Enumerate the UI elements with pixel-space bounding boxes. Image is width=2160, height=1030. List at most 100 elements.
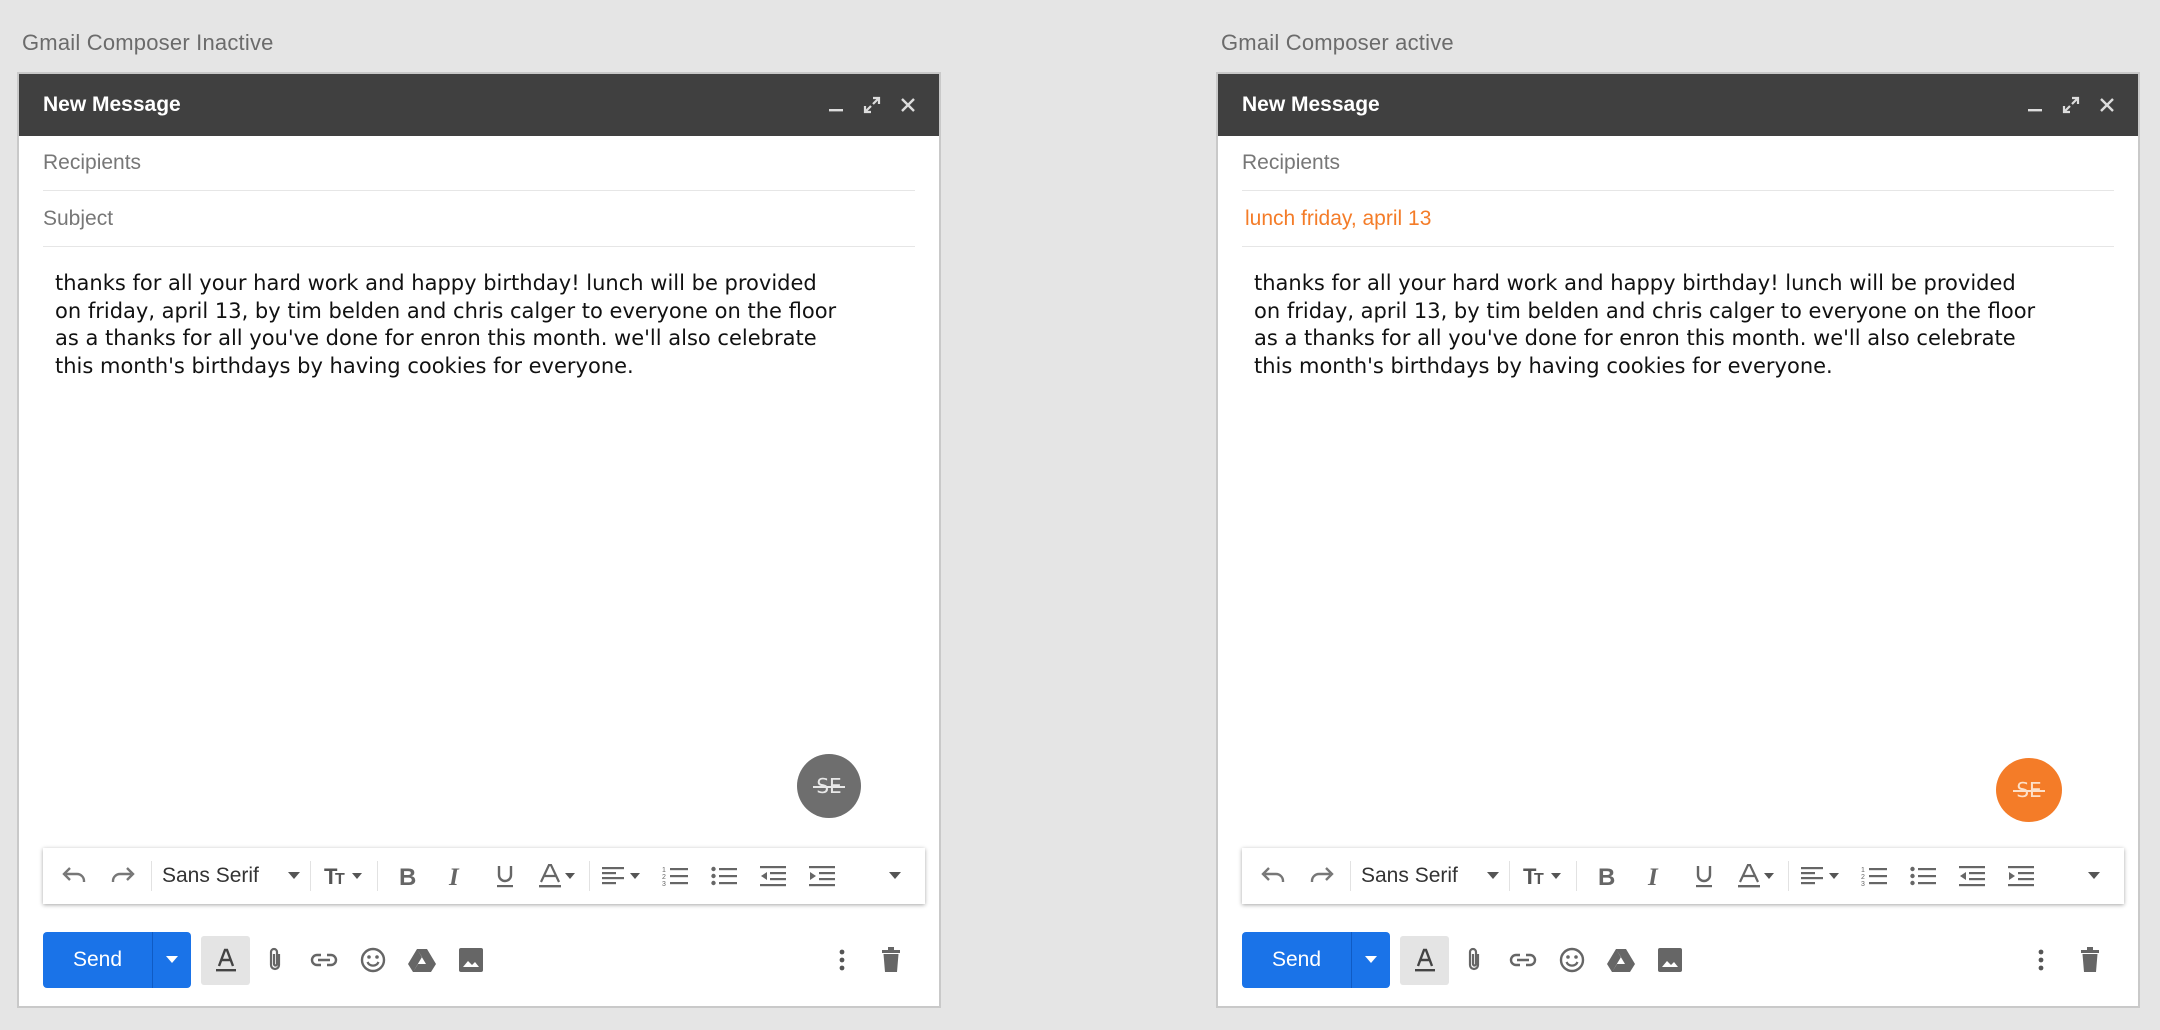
undo-icon[interactable] [1248,848,1297,904]
emoji-icon[interactable] [1547,936,1596,985]
numbered-list-icon[interactable]: 123 [650,848,699,904]
se-fab-button[interactable]: SE [1996,758,2062,822]
indent-more-icon[interactable] [797,848,846,904]
send-button[interactable]: Send [43,932,153,988]
attach-icon[interactable] [250,936,299,985]
message-body[interactable]: thanks for all your hard work and happy … [55,270,845,380]
align-icon[interactable] [1793,848,1849,904]
formatting-toolbar: Sans Serif TT B I 123 [1242,848,2124,904]
svg-text:B: B [1598,865,1615,887]
toolbar-divider [1788,861,1789,891]
composer-title: New Message [1242,93,1380,116]
more-formatting-icon[interactable] [870,848,919,904]
underline-icon[interactable] [1679,848,1728,904]
redo-icon[interactable] [1297,848,1346,904]
drive-icon[interactable] [1596,936,1645,985]
photo-icon[interactable] [446,936,495,985]
svg-text:B: B [399,865,416,887]
chevron-down-icon [1365,956,1377,963]
font-dropdown[interactable]: Sans Serif [1355,848,1505,904]
svg-text:1: 1 [662,867,666,874]
subject-field[interactable]: Subject [43,192,915,247]
undo-icon[interactable] [49,848,98,904]
se-fab-button[interactable]: SE [797,754,861,818]
text-color-icon[interactable] [1728,848,1784,904]
toolbar-divider [151,861,152,891]
link-icon[interactable] [299,936,348,985]
subject-field[interactable]: lunch friday, april 13 [1242,192,2114,247]
svg-text:2: 2 [662,874,666,881]
panel-caption-active: Gmail Composer active [1221,30,1454,55]
message-body[interactable]: thanks for all your hard work and happy … [1254,270,2044,380]
italic-icon[interactable]: I [1630,848,1679,904]
toolbar-divider [1509,861,1510,891]
formatting-options-icon[interactable] [1400,935,1449,985]
se-fab-label: SE [813,774,846,798]
composer-inactive: New Message Recipients Subject thanks fo… [17,72,941,1008]
indent-less-icon[interactable] [1947,848,1996,904]
bulleted-list-icon[interactable] [1898,848,1947,904]
send-button-group: Send [43,932,191,988]
close-icon[interactable] [2098,96,2116,114]
italic-icon[interactable]: I [431,848,480,904]
link-icon[interactable] [1498,936,1547,985]
indent-less-icon[interactable] [748,848,797,904]
chevron-down-icon [1487,872,1499,879]
bold-icon[interactable]: B [1581,848,1630,904]
fullscreen-icon[interactable] [863,96,881,114]
drive-icon[interactable] [397,936,446,985]
attach-icon[interactable] [1449,936,1498,985]
more-options-icon[interactable] [2016,936,2065,985]
svg-text:3: 3 [662,881,666,887]
numbered-list-icon[interactable]: 123 [1849,848,1898,904]
minimize-icon[interactable] [2026,96,2044,114]
send-options-button[interactable] [153,932,191,988]
photo-icon[interactable] [1645,936,1694,985]
indent-more-icon[interactable] [1996,848,2045,904]
svg-text:3: 3 [1861,881,1865,887]
align-icon[interactable] [594,848,650,904]
svg-text:I: I [448,865,460,887]
toolbar-divider [1576,861,1577,891]
emoji-icon[interactable] [348,936,397,985]
more-options-icon[interactable] [817,936,866,985]
svg-text:T: T [1534,871,1544,887]
formatting-options-icon[interactable] [201,935,250,985]
text-color-icon[interactable] [529,848,585,904]
composer-titlebar[interactable]: New Message [19,74,939,136]
send-button[interactable]: Send [1242,932,1352,988]
composer-active: New Message Recipients lunch friday, apr… [1216,72,2140,1008]
bulleted-list-icon[interactable] [699,848,748,904]
bottom-actions-bar: Send [43,932,915,988]
toolbar-divider [1350,861,1351,891]
svg-text:1: 1 [1861,867,1865,874]
font-dropdown[interactable]: Sans Serif [156,848,306,904]
fullscreen-icon[interactable] [2062,96,2080,114]
recipients-field[interactable]: Recipients [1242,136,2114,191]
bottom-actions-bar: Send [1242,932,2114,988]
panel-caption-inactive: Gmail Composer Inactive [22,30,274,55]
toolbar-divider [377,861,378,891]
composer-title: New Message [43,93,181,116]
underline-icon[interactable] [480,848,529,904]
redo-icon[interactable] [98,848,147,904]
text-size-icon[interactable]: TT [315,848,373,904]
toolbar-divider [589,861,590,891]
font-name-label: Sans Serif [1361,864,1458,887]
send-button-group: Send [1242,932,1390,988]
recipients-field[interactable]: Recipients [43,136,915,191]
minimize-icon[interactable] [827,96,845,114]
close-icon[interactable] [899,96,917,114]
discard-icon[interactable] [866,936,915,985]
composer-titlebar[interactable]: New Message [1218,74,2138,136]
more-formatting-icon[interactable] [2069,848,2118,904]
bold-icon[interactable]: B [382,848,431,904]
discard-icon[interactable] [2065,936,2114,985]
send-options-button[interactable] [1352,932,1390,988]
svg-text:T: T [335,871,345,887]
svg-text:I: I [1647,865,1659,887]
se-fab-label: SE [2013,778,2046,802]
text-size-icon[interactable]: TT [1514,848,1572,904]
svg-text:2: 2 [1861,874,1865,881]
font-name-label: Sans Serif [162,864,259,887]
